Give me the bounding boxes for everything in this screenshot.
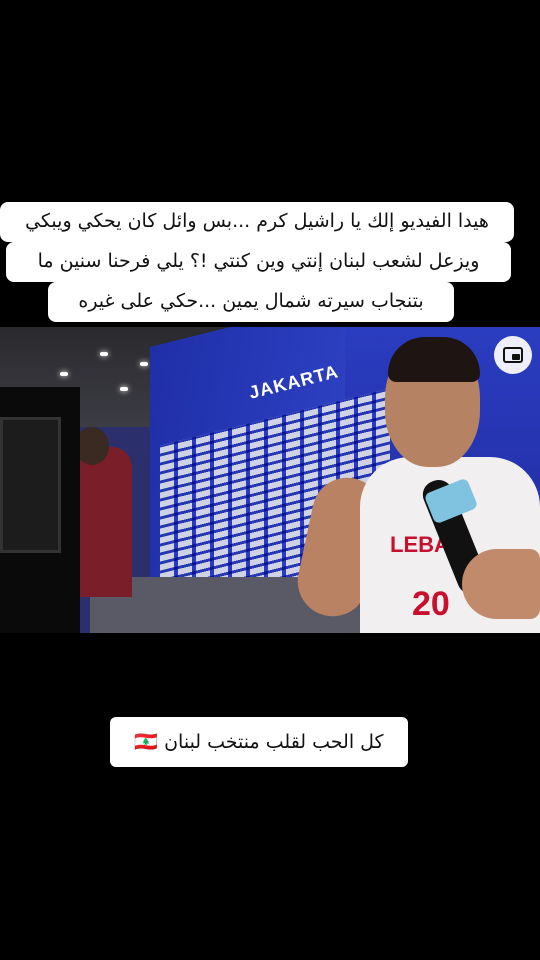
camera-screen xyxy=(0,417,61,553)
bottom-caption: كل الحب لقلب منتخب لبنان 🇱🇧 xyxy=(110,717,408,767)
caption-line-3: بتنجاب سيرته شمال يمين ...حكي على غيره xyxy=(48,282,454,322)
background-person-head xyxy=(75,427,109,465)
picture-in-picture-icon xyxy=(503,347,523,363)
caption-line-2: ويزعل لشعب لبنان إنتي وين كنتي !؟ يلي فر… xyxy=(6,242,511,282)
picture-in-picture-button[interactable] xyxy=(494,336,532,374)
video-frame[interactable]: LEBAN 20 xyxy=(0,327,540,633)
reporter-hand xyxy=(462,549,540,619)
caption-line-1: هيدا الفيديو إلك يا راشيل كرم ...بس وائل… xyxy=(0,202,514,242)
jersey-number: 20 xyxy=(412,585,450,623)
